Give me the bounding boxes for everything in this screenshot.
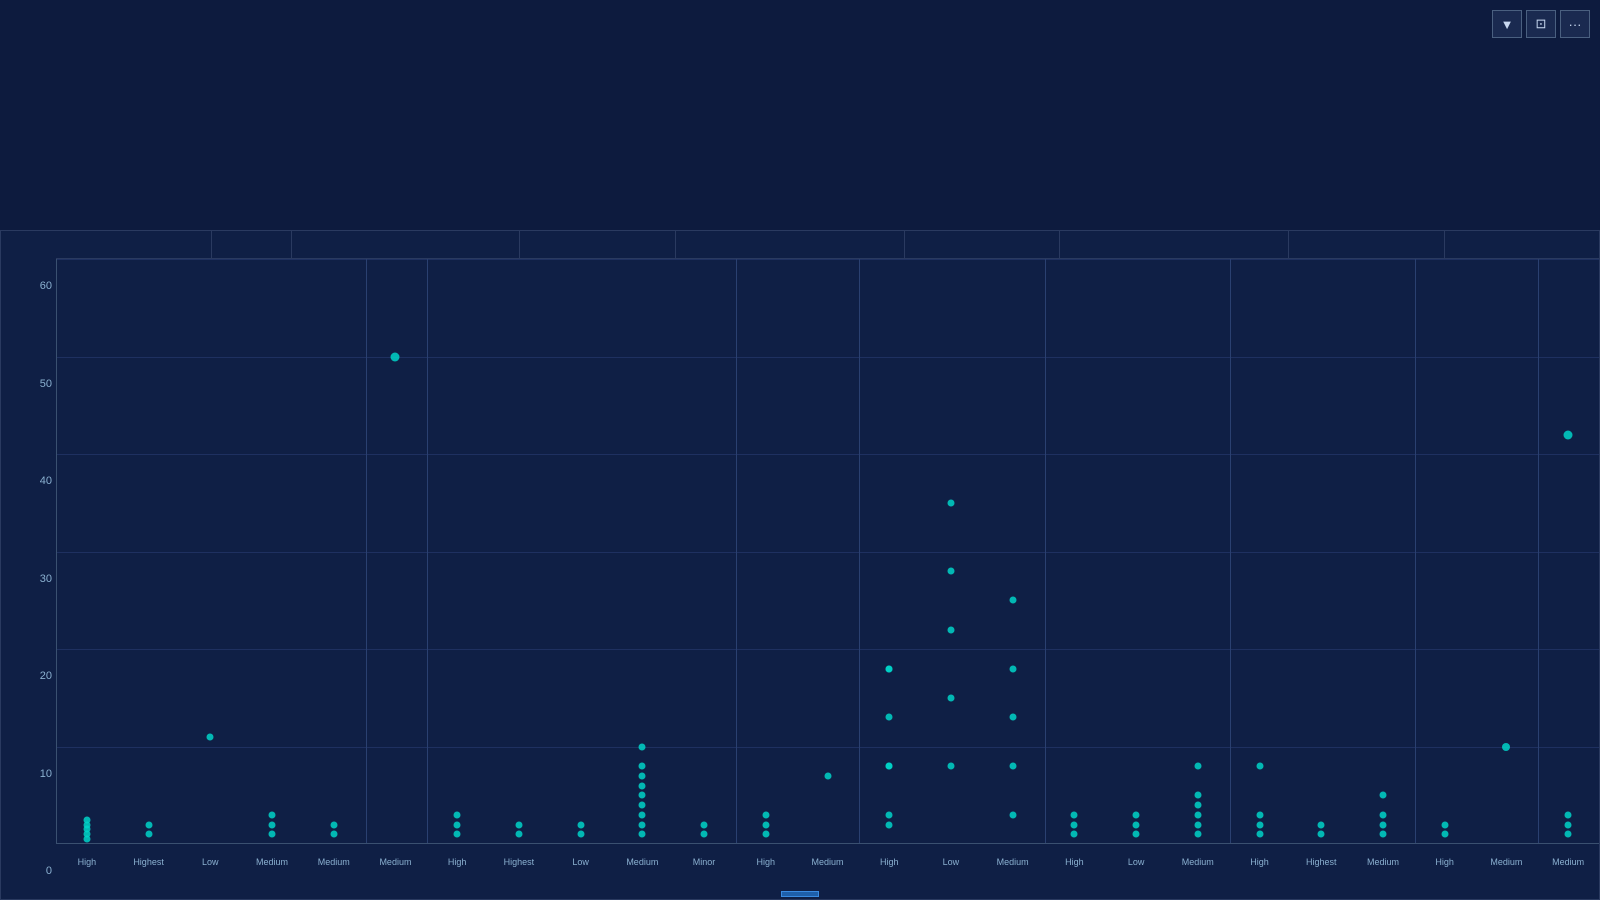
col-header-poam (676, 231, 905, 258)
x-tick-label: Medium (241, 851, 303, 873)
y-ticks-column: 0102030405060 (13, 259, 56, 844)
x-tick-label: High (858, 851, 920, 873)
column-headers-row (56, 231, 1599, 259)
x-tick-label: High (1044, 851, 1106, 873)
x-tick-label: Medium (1476, 851, 1538, 873)
x-tick-label: Low (1105, 851, 1167, 873)
grid-line-h (57, 259, 1599, 260)
x-tick-label: Low (550, 851, 612, 873)
x-tick-label: Low (179, 851, 241, 873)
grid-line-h (57, 747, 1599, 748)
x-tick-label: Medium (1537, 851, 1599, 873)
chart-inner: 0102030405060 HighHighestLowMediumMedium… (1, 231, 1599, 899)
col-header-internal (292, 231, 521, 258)
y-tick-label: 30 (14, 573, 52, 585)
col-header-srwith (1060, 231, 1289, 258)
grid-area (56, 259, 1599, 844)
col-separator (1415, 259, 1416, 843)
x-tick-label: Low (920, 851, 982, 873)
grid-line-h (57, 454, 1599, 455)
col-header-sr (905, 231, 1061, 258)
x-tick-label: Medium (982, 851, 1044, 873)
x-tick-label: Highest (1290, 851, 1352, 873)
x-tick-label: Medium (1167, 851, 1229, 873)
x-tick-label: High (426, 851, 488, 873)
x-tick-label: Highest (488, 851, 550, 873)
col-header-task (1445, 231, 1600, 258)
grid-line-h (57, 649, 1599, 650)
x-tick-label: High (1229, 851, 1291, 873)
x-tick-label: Medium (797, 851, 859, 873)
col-header-breakfix (56, 231, 212, 258)
priority-badge (781, 891, 819, 897)
x-tick-label: High (1414, 851, 1476, 873)
x-tick-label: Medium (611, 851, 673, 873)
y-tick-label: 50 (14, 378, 52, 390)
col-separator (736, 259, 737, 843)
x-tick-label: Medium (365, 851, 427, 873)
grid-line-h (57, 552, 1599, 553)
col-header-corre (212, 231, 292, 258)
more-button[interactable]: ··· (1560, 10, 1590, 38)
x-tick-label: Medium (303, 851, 365, 873)
col-header-subtask (1289, 231, 1445, 258)
chart-area: 0102030405060 HighHighestLowMediumMedium… (0, 230, 1600, 900)
y-tick-label: 40 (14, 475, 52, 487)
x-tick-label: Highest (118, 851, 180, 873)
col-separator (859, 259, 860, 843)
x-tick-label: Medium (1352, 851, 1414, 873)
filter-button[interactable]: ▼ (1492, 10, 1522, 38)
col-separator (427, 259, 428, 843)
x-tick-label: Minor (673, 851, 735, 873)
expand-button[interactable]: ⊡ (1526, 10, 1556, 38)
x-tick-label: High (56, 851, 118, 873)
x-axis-row: HighHighestLowMediumMediumMediumHighHigh… (56, 851, 1599, 873)
grid-line-h (57, 357, 1599, 358)
col-separator (1538, 259, 1539, 843)
y-tick-label: 0 (14, 865, 52, 877)
x-tick-label: High (735, 851, 797, 873)
col-header-newuser (520, 231, 676, 258)
top-area: ▼ ⊡ ··· (0, 0, 1600, 230)
toolbar: ▼ ⊡ ··· (1492, 10, 1590, 38)
y-tick-label: 20 (14, 670, 52, 682)
y-tick-label: 10 (14, 768, 52, 780)
col-separator (1045, 259, 1046, 843)
y-tick-label: 60 (14, 280, 52, 292)
col-separator (366, 259, 367, 843)
col-separator (1230, 259, 1231, 843)
